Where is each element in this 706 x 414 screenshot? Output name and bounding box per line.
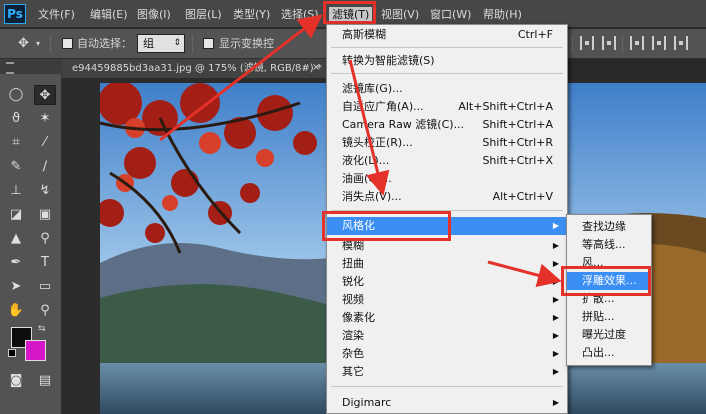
arrow-to-emboss <box>487 260 562 287</box>
annotation-arrows <box>159 14 562 287</box>
arrow-to-stylize <box>348 59 390 196</box>
arrow-to-filter-menu <box>159 14 323 142</box>
